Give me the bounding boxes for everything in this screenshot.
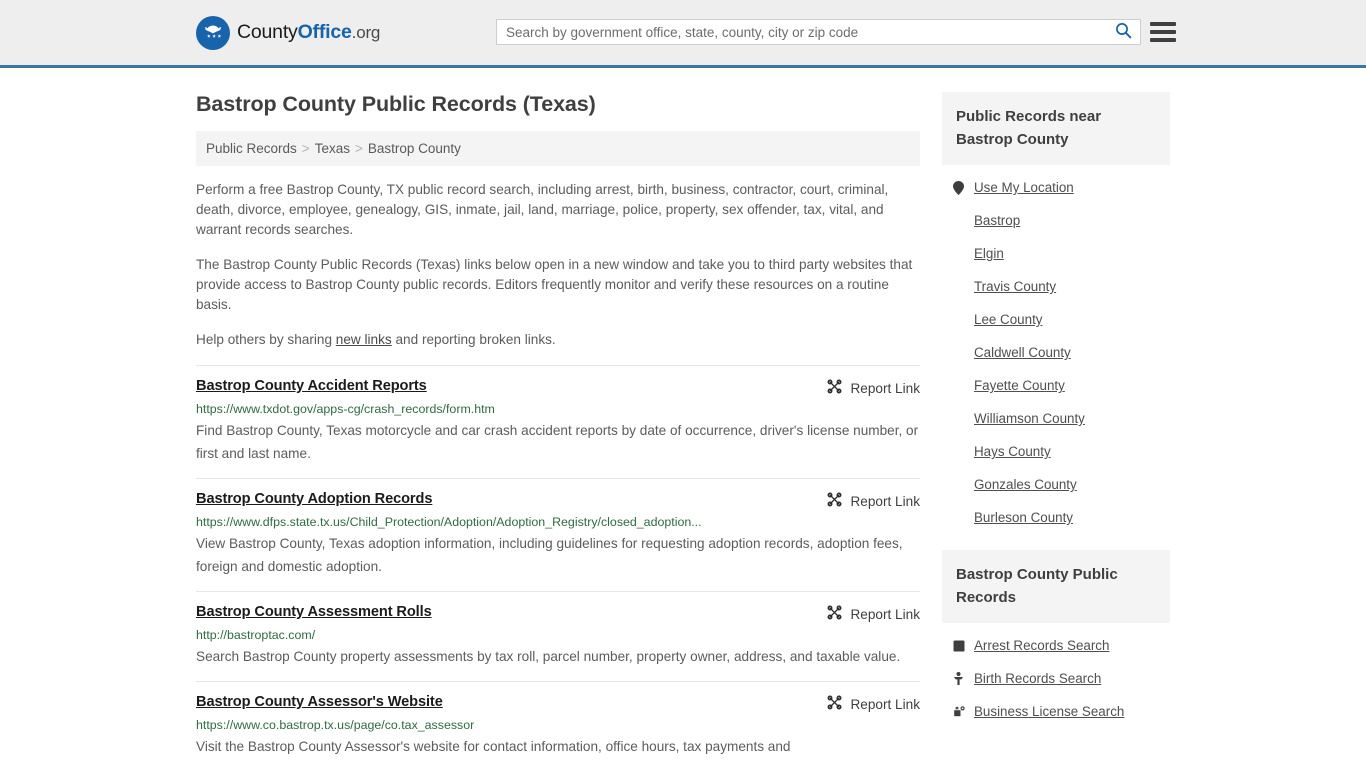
site-logo[interactable]: CountyOffice.org: [196, 15, 380, 50]
result-row: Bastrop County Adoption Records Report Li…: [196, 478, 920, 591]
result-url: https://www.dfps.state.tx.us/Child_Prote…: [196, 515, 702, 529]
sidebar-nearby-item-label[interactable]: Caldwell County: [974, 345, 1071, 360]
sidebar-nearby-item[interactable]: Use My Location: [942, 171, 1170, 204]
result-header: Bastrop County Adoption Records Report Li…: [196, 491, 920, 510]
result-url: http://bastroptac.com/: [196, 628, 316, 642]
result-header: Bastrop County Accident Reports Report Li…: [196, 378, 920, 397]
main-content: Bastrop County Public Records (Texas) Pu…: [196, 68, 920, 768]
broken-link-icon: [827, 695, 842, 713]
map-pin-icon: [952, 180, 965, 195]
page-title: Bastrop County Public Records (Texas): [196, 92, 596, 116]
result-url: https://www.co.bastrop.tx.us/page/co.tax…: [196, 718, 475, 732]
sidebar-records-item[interactable]: Arrest Records Search: [942, 629, 1170, 662]
intro-paragraph-2: The Bastrop County Public Records (Texas…: [196, 257, 913, 312]
sidebar-nearby-item[interactable]: Gonzales County: [942, 468, 1170, 501]
new-links-link[interactable]: new links: [336, 332, 392, 347]
sidebar-nearby-item-label[interactable]: Travis County: [974, 279, 1056, 294]
report-link-button[interactable]: Report Link: [827, 492, 920, 510]
result-title-link[interactable]: Bastrop County Adoption Records: [196, 491, 432, 507]
sidebar-nearby-item[interactable]: Lee County: [942, 303, 1170, 336]
sidebar-nearby-item-label[interactable]: Lee County: [974, 312, 1043, 327]
result-header: Bastrop County Assessor's Website Report …: [196, 694, 920, 713]
broken-link-icon: [827, 605, 842, 623]
sidebar-nearby-item-label[interactable]: Fayette County: [974, 378, 1065, 393]
sidebar-nearby-title: Public Records near Bastrop County: [942, 92, 1170, 165]
sidebar-nearby-item[interactable]: Hays County: [942, 435, 1170, 468]
result-title-link[interactable]: Bastrop County Assessor's Website: [196, 694, 443, 710]
sidebar-records-item-label[interactable]: Business License Search: [974, 704, 1124, 719]
site-logo-text: CountyOffice.org: [237, 21, 380, 44]
briefcase-icon: [952, 705, 965, 718]
results-list: Bastrop County Accident Reports Report Li…: [196, 365, 920, 768]
sidebar-nearby-item-label[interactable]: Use My Location: [974, 180, 1074, 195]
report-link-button[interactable]: Report Link: [827, 695, 920, 713]
result-row: Bastrop County Assessor's Website Report …: [196, 681, 920, 768]
eagle-shield-icon: [196, 15, 230, 50]
search-bar: [496, 19, 1141, 45]
result-row: Bastrop County Accident Reports Report Li…: [196, 365, 920, 478]
sidebar-nearby-item-label[interactable]: Hays County: [974, 444, 1051, 459]
broken-link-icon: [827, 492, 842, 510]
breadcrumb: Public Records > Texas > Bastrop County: [196, 131, 920, 166]
breadcrumb-item-public-records[interactable]: Public Records: [206, 141, 297, 156]
hamburger-menu-icon[interactable]: [1150, 20, 1176, 44]
breadcrumb-item-bastrop-county[interactable]: Bastrop County: [368, 141, 461, 156]
report-link-button[interactable]: Report Link: [827, 379, 920, 397]
logo-text-office: Office: [297, 21, 352, 43]
sidebar-nearby-item[interactable]: Bastrop: [942, 204, 1170, 237]
report-link-label: Report Link: [850, 606, 920, 622]
sidebar-nearby-item-label[interactable]: Gonzales County: [974, 477, 1077, 492]
result-title-link[interactable]: Bastrop County Assessment Rolls: [196, 604, 432, 620]
broken-link-icon: [827, 379, 842, 397]
logo-text-county: County: [237, 21, 298, 43]
result-description: Find Bastrop County, Texas motorcycle an…: [196, 423, 919, 461]
sidebar-nearby-item[interactable]: Fayette County: [942, 369, 1170, 402]
badge-icon: [952, 640, 965, 652]
sidebar-nearby-item-label[interactable]: Burleson County: [974, 510, 1073, 525]
result-description: View Bastrop County, Texas adoption info…: [196, 536, 903, 574]
search-input[interactable]: [497, 20, 1106, 44]
result-title-link[interactable]: Bastrop County Accident Reports: [196, 378, 427, 394]
sidebar-nearby-list: Use My Location Bastrop Elgin Travis County…: [942, 165, 1170, 534]
report-link-button[interactable]: Report Link: [827, 605, 920, 623]
sidebar-nearby-item[interactable]: Caldwell County: [942, 336, 1170, 369]
sidebar-nearby-item-label[interactable]: Elgin: [974, 246, 1004, 261]
baby-icon: [952, 671, 965, 686]
sidebar-nearby-item[interactable]: Burleson County: [942, 501, 1170, 534]
sidebar-nearby-item[interactable]: Elgin: [942, 237, 1170, 270]
intro-paragraph-3: Help others by sharing new links and rep…: [196, 330, 920, 350]
intro-text: Perform a free Bastrop County, TX public…: [196, 180, 920, 350]
sidebar-nearby-item-label[interactable]: Bastrop: [974, 213, 1020, 228]
result-row: Bastrop County Assessment Rolls Report Li…: [196, 591, 920, 681]
report-link-label: Report Link: [850, 696, 920, 712]
result-url: https://www.txdot.gov/apps-cg/crash_reco…: [196, 402, 495, 416]
result-description: Visit the Bastrop County Assessor's webs…: [196, 739, 791, 754]
sidebar-records-item[interactable]: Birth Records Search: [942, 662, 1170, 695]
sidebar: Public Records near Bastrop County Use M…: [942, 68, 1170, 768]
sidebar-nearby-item[interactable]: Williamson County: [942, 402, 1170, 435]
intro-p3-after: and reporting broken links.: [391, 332, 556, 347]
intro-paragraph-1: Perform a free Bastrop County, TX public…: [196, 182, 889, 237]
report-link-label: Report Link: [850, 493, 920, 509]
sidebar-records-list: Arrest Records Search Birth Records Searc…: [942, 623, 1170, 728]
breadcrumb-separator: >: [301, 141, 310, 156]
report-link-label: Report Link: [850, 380, 920, 396]
search-button[interactable]: [1106, 20, 1140, 44]
logo-text-tld: .org: [351, 23, 381, 42]
sidebar-records-item-label[interactable]: Arrest Records Search: [974, 638, 1109, 653]
search-icon: [1115, 22, 1132, 42]
sidebar-records-title: Bastrop County Public Records: [942, 550, 1170, 623]
page-body: Bastrop County Public Records (Texas) Pu…: [0, 68, 1366, 768]
breadcrumb-separator: >: [354, 141, 363, 156]
site-header: CountyOffice.org: [0, 0, 1366, 68]
sidebar-nearby-item[interactable]: Travis County: [942, 270, 1170, 303]
result-header: Bastrop County Assessment Rolls Report Li…: [196, 604, 920, 623]
sidebar-records-item[interactable]: Business License Search: [942, 695, 1170, 728]
sidebar-nearby-item-label[interactable]: Williamson County: [974, 411, 1085, 426]
breadcrumb-item-texas[interactable]: Texas: [315, 141, 350, 156]
intro-p3-before: Help others by sharing: [196, 332, 336, 347]
sidebar-records-item-label[interactable]: Birth Records Search: [974, 671, 1101, 686]
result-description: Search Bastrop County property assessmen…: [196, 649, 901, 664]
